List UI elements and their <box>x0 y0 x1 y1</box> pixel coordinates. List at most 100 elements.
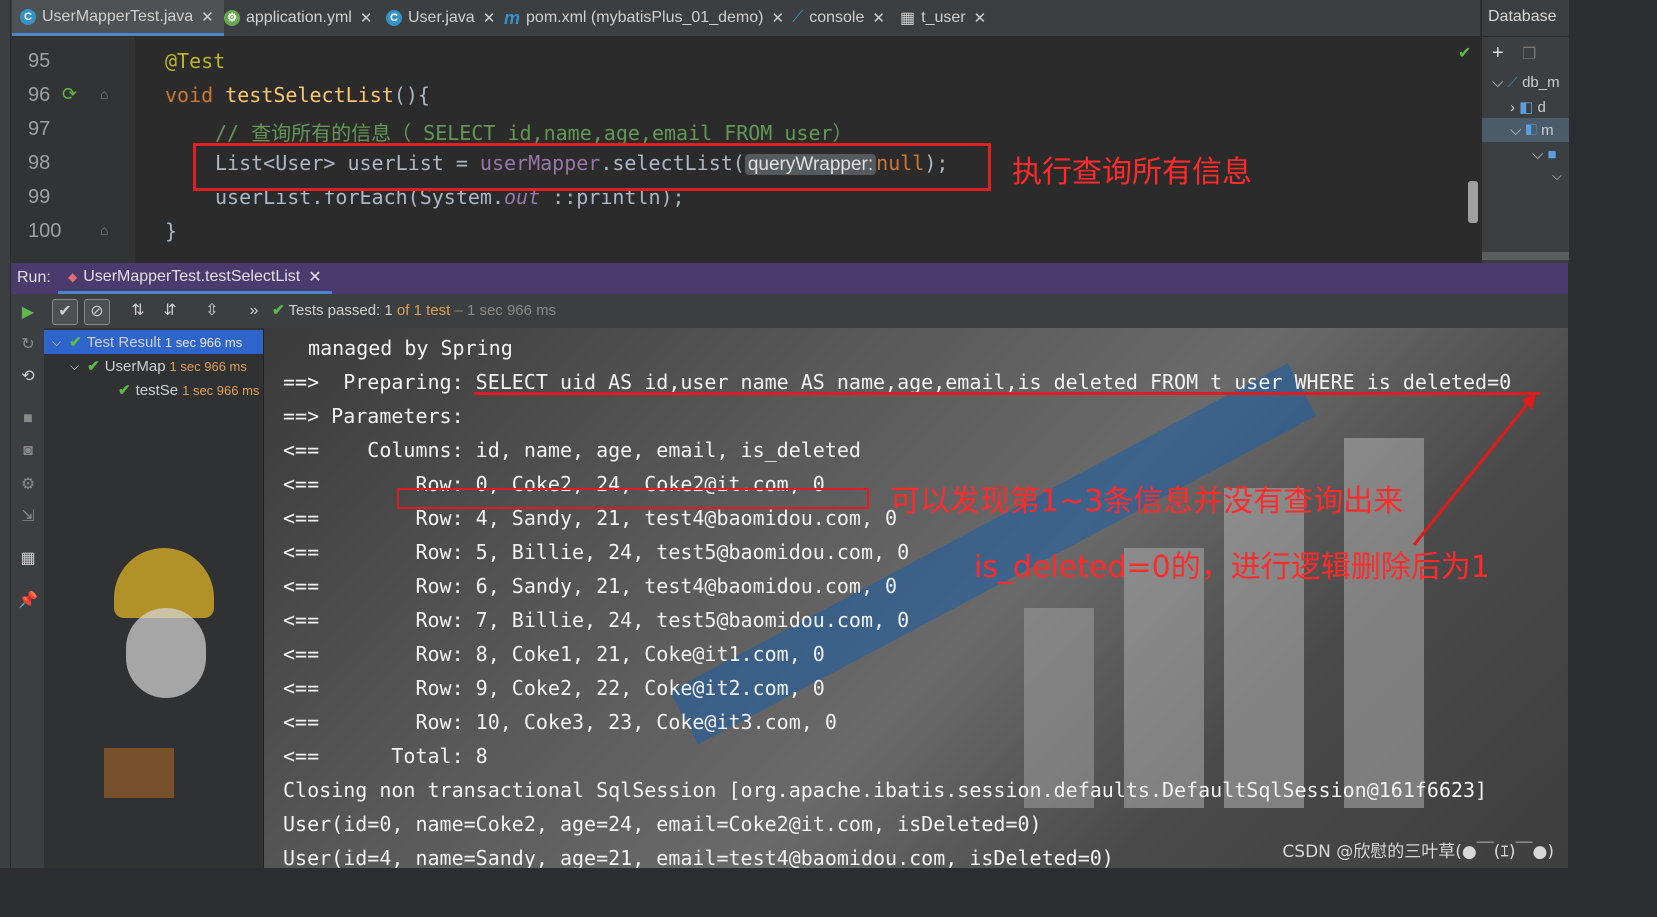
tab-application-yml[interactable]: ⚙ application.yml ✕ <box>224 0 372 36</box>
annotation: @Test <box>165 49 226 73</box>
fold-icon[interactable]: ⌂ <box>100 86 108 102</box>
divider <box>1482 36 1569 37</box>
console-line: User(id=4, name=Sandy, age=21, email=tes… <box>283 846 1114 868</box>
expand-icon[interactable]: ⌵ <box>1552 168 1562 184</box>
horizontal-scrollbar[interactable] <box>1482 252 1569 260</box>
expand-all-button[interactable]: ⇳ <box>200 299 224 323</box>
console-line: <== Total: 8 <box>283 744 488 768</box>
copy-icon[interactable]: ❐ <box>1522 44 1536 64</box>
close-icon[interactable]: ✕ <box>483 9 496 27</box>
code-comment: // 查询所有的信息（ SELECT id,name,age,email FRO… <box>215 121 853 145</box>
code-line-96: 96 ⟳ ⌂ void testSelectList(){ <box>10 78 1480 112</box>
spring-config-icon: ⚙ <box>224 10 240 26</box>
console-line: <== Columns: id, name, age, email, is_de… <box>283 438 861 462</box>
expand-all-icon: ⇳ <box>205 302 219 319</box>
run-test-icon[interactable]: ⟳ <box>62 84 77 105</box>
tab-user-java[interactable]: C User.java ✕ <box>386 0 495 36</box>
code-text: } <box>165 219 178 243</box>
status-passed-text: Tests passed: 1 <box>288 302 393 319</box>
console-output[interactable]: managed by Spring ==> Preparing: SELECT … <box>264 328 1568 868</box>
tree-item-label: testSe <box>135 381 179 399</box>
close-icon[interactable]: ✕ <box>360 9 373 27</box>
sort-duration-button[interactable]: ⇵ <box>158 299 182 323</box>
tab-console[interactable]: ⟋ console ✕ <box>792 0 885 36</box>
folder-icon: ■ <box>1547 146 1557 163</box>
tree-item-method[interactable]: ✔ testSe 1 sec 966 ms <box>118 378 259 402</box>
maven-icon: m <box>504 7 521 28</box>
tree-item-duration: 1 sec 966 ms <box>182 382 260 398</box>
rerun-button[interactable]: ▶ <box>18 302 38 322</box>
watermark: CSDN @欣慰的三叶草(●￣(ｴ)￣●) <box>1282 842 1554 862</box>
tree-item-label: Test Result <box>86 333 161 351</box>
console-line: Closing non transactional SqlSession [or… <box>283 778 1488 802</box>
run-config-tab[interactable]: ◆ UserMapperTest.testSelectList ✕ <box>58 263 332 294</box>
console-line: ==> Parameters: <box>283 404 476 428</box>
console-line: managed by Spring <box>296 336 513 360</box>
add-icon[interactable]: + <box>1492 42 1504 65</box>
tab-label: application.yml <box>246 9 352 26</box>
java-class-icon: C <box>386 10 402 26</box>
show-passed-button[interactable]: ✔ <box>52 299 78 325</box>
gear-icon: ⚙ <box>20 476 36 493</box>
cartoon-head-illustration <box>126 608 206 698</box>
tree-item-label: UserMap <box>104 357 166 375</box>
datasource-icon: ⟋ <box>1507 74 1518 91</box>
console-line: User(id=0, name=Coke2, age=24, email=Cok… <box>283 812 1042 836</box>
run-tool-window-header: Run: ◆ UserMapperTest.testSelectList ✕ <box>10 263 1568 294</box>
console-line: <== Row: 6, Sandy, 21, test4@baomidou.co… <box>283 574 898 598</box>
stop-icon: ■ <box>23 410 33 427</box>
show-ignored-button[interactable]: ⊘ <box>84 299 110 325</box>
code-line-100: 100 ⌂ } <box>10 214 1480 248</box>
db-tree-root[interactable]: ⌵ ⟋ db_m <box>1492 74 1560 91</box>
rerun-failed-button[interactable]: ↻ <box>18 334 38 354</box>
close-icon[interactable]: ✕ <box>771 9 784 27</box>
export-button[interactable]: ⇲ <box>18 506 38 526</box>
run-label: Run: <box>17 269 51 286</box>
code-line-95: 95 @Test <box>10 44 1480 78</box>
layout-button[interactable]: ▦ <box>18 548 38 568</box>
test-config-icon: ◆ <box>68 270 78 284</box>
status-time-text: – 1 sec 966 ms <box>454 302 557 319</box>
pin-button[interactable]: 📌 <box>18 590 38 610</box>
toolbox-illustration <box>104 748 174 798</box>
tab-usermappertest[interactable]: C UserMapperTest.java ✕ <box>12 0 224 36</box>
left-tool-strip <box>0 0 11 868</box>
console-line: <== Row: 10, Coke3, 23, Coke@it3.com, 0 <box>283 710 837 734</box>
fold-icon[interactable]: ⌂ <box>100 222 108 238</box>
close-icon[interactable]: ✕ <box>201 8 214 26</box>
more-actions-button[interactable]: » <box>242 299 266 323</box>
toggle-auto-test-button[interactable]: ⟲ <box>18 366 38 386</box>
check-icon: ✔ <box>272 302 285 319</box>
bar-illustration <box>1124 548 1204 808</box>
folder-item[interactable]: ⌵ ■ <box>1532 146 1557 163</box>
run-toolbar: ✔ ⊘ ⇅ ⇵ ⇳ » ✔ Tests passed: 1 of 1 test … <box>10 294 1568 328</box>
test-results-tree: ⌵ ✔ Test Result 1 sec 966 ms ⌵ ✔ UserMap… <box>44 328 264 868</box>
stop-button[interactable]: ■ <box>18 410 38 428</box>
tree-item-class[interactable]: ⌵ ✔ UserMap 1 sec 966 ms <box>70 354 247 378</box>
close-icon[interactable]: ✕ <box>974 9 987 27</box>
snapshot-button[interactable]: ◙ <box>18 442 38 460</box>
ignored-icon: ⊘ <box>90 303 104 320</box>
tab-pom-xml[interactable]: m pom.xml (mybatisPlus_01_demo) ✕ <box>504 0 784 36</box>
close-icon[interactable]: ✕ <box>308 267 321 287</box>
java-class-icon: C <box>20 8 36 25</box>
db-tree-label: d <box>1537 99 1546 116</box>
code-line-97: 97 // 查询所有的信息（ SELECT id,name,age,email … <box>10 112 1480 146</box>
line-number: 99 <box>28 186 51 208</box>
sort-alpha-button[interactable]: ⇅ <box>126 299 150 323</box>
export-icon: ⇲ <box>21 508 35 525</box>
settings-button[interactable]: ⚙ <box>18 474 38 494</box>
code-editor[interactable]: ✔ 95 @Test 96 ⟳ ⌂ void testSelectList(){… <box>10 37 1480 263</box>
tree-item-test-result[interactable]: ⌵ ✔ Test Result 1 sec 966 ms <box>44 330 263 354</box>
bar-illustration <box>1224 488 1304 808</box>
annotation-missing-rows: 可以发现第1~3条信息并没有查询出来 <box>890 484 1404 519</box>
close-icon[interactable]: ✕ <box>872 9 885 27</box>
line-number: 95 <box>28 50 51 72</box>
console-line: <== Row: 5, Billie, 24, test5@baomidou.c… <box>283 540 910 564</box>
tab-label: pom.xml (mybatisPlus_01_demo) <box>526 9 764 26</box>
console-line: <== Row: 9, Coke2, 22, Coke@it2.com, 0 <box>283 676 825 700</box>
tab-label: UserMapperTest.java <box>42 7 194 25</box>
tab-t-user[interactable]: ▦ t_user ✕ <box>900 0 986 36</box>
db-tree-item[interactable]: › ◧ d <box>1510 98 1546 116</box>
tree-item-duration: 1 sec 966 ms <box>164 334 243 350</box>
